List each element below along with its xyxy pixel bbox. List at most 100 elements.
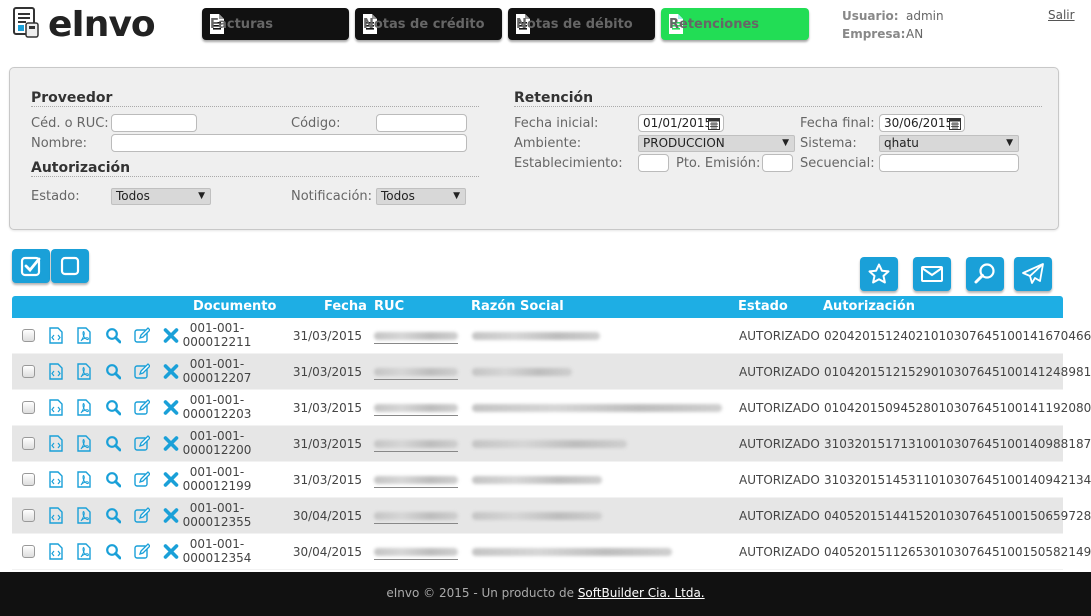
- xml-file-icon[interactable]: [48, 327, 64, 344]
- nav-retenciones-button[interactable]: Retenciones: [661, 8, 809, 40]
- calendar-icon[interactable]: [949, 117, 961, 130]
- delete-icon[interactable]: [163, 435, 179, 452]
- ruc-cell[interactable]: [374, 329, 458, 345]
- table-row[interactable]: 001-001- 000012199 31/03/2015 AUTORIZADO 310…: [12, 462, 1091, 498]
- row-checkbox[interactable]: [22, 329, 35, 342]
- view-search-icon[interactable]: [105, 399, 122, 416]
- delete-icon[interactable]: [163, 399, 179, 416]
- table-row[interactable]: 001-001- 000012200 31/03/2015 AUTORIZADO 310…: [12, 426, 1091, 462]
- pdf-file-icon[interactable]: [76, 363, 92, 380]
- pdf-file-icon[interactable]: [76, 543, 92, 560]
- table-row[interactable]: 001-001- 000012211 31/03/2015 AUTORIZADO 020…: [12, 318, 1091, 354]
- edit-icon[interactable]: [134, 507, 151, 524]
- edit-icon[interactable]: [134, 327, 151, 344]
- ruc-cell[interactable]: [374, 365, 458, 381]
- calendar-icon[interactable]: [708, 117, 720, 130]
- xml-file-icon[interactable]: [48, 471, 64, 488]
- estado-select[interactable]: Todos ▼: [111, 188, 211, 205]
- fecha-final-value: 30/06/2015: [884, 116, 954, 130]
- delete-icon[interactable]: [163, 507, 179, 524]
- edit-icon[interactable]: [134, 399, 151, 416]
- pdf-file-icon[interactable]: [76, 399, 92, 416]
- col-ruc[interactable]: RUC: [374, 299, 404, 314]
- delete-icon[interactable]: [163, 327, 179, 344]
- pdf-file-icon[interactable]: [76, 507, 92, 524]
- ruc-cell[interactable]: [374, 437, 458, 453]
- logout-link[interactable]: Salir: [1048, 8, 1075, 22]
- ambiente-select[interactable]: PRODUCCION ▼: [638, 135, 795, 152]
- table-row[interactable]: 001-001- 000012207 31/03/2015 AUTORIZADO 010…: [12, 354, 1091, 390]
- pdf-file-icon[interactable]: [76, 435, 92, 452]
- row-checkbox[interactable]: [22, 545, 35, 558]
- row-checkbox[interactable]: [22, 437, 35, 450]
- nav-notas-debito-button[interactable]: Notas de débito: [508, 8, 655, 40]
- view-search-icon[interactable]: [105, 507, 122, 524]
- delete-icon[interactable]: [163, 543, 179, 560]
- divider: [31, 176, 479, 177]
- nav-notas-credito-button[interactable]: Notas de crédito: [355, 8, 502, 40]
- ruc-cell[interactable]: [374, 473, 458, 489]
- row-checkbox[interactable]: [22, 365, 35, 378]
- email-button[interactable]: [913, 257, 951, 291]
- xml-file-icon[interactable]: [48, 507, 64, 524]
- table-header: Documento Fecha RUC Razón Social Estado …: [12, 296, 1063, 318]
- xml-file-icon[interactable]: [48, 399, 64, 416]
- footer-company-link[interactable]: SoftBuilder Cia. Ltda.: [578, 586, 705, 600]
- secuencial-input[interactable]: [879, 154, 1019, 172]
- select-all-button[interactable]: [12, 249, 50, 283]
- header: eInvo Facturas Notas de crédito Notas de…: [0, 0, 1091, 50]
- ruc-cell[interactable]: [374, 545, 458, 561]
- col-razon-social[interactable]: Razón Social: [471, 299, 564, 314]
- pto-emision-input[interactable]: [762, 154, 793, 172]
- edit-icon[interactable]: [134, 543, 151, 560]
- ruc-cell[interactable]: [374, 509, 458, 525]
- xml-file-icon[interactable]: [48, 435, 64, 452]
- notificacion-value: Todos: [381, 189, 415, 203]
- paper-plane-icon: [1022, 263, 1044, 284]
- app-logo[interactable]: eInvo: [12, 4, 156, 45]
- sistema-select[interactable]: qhatu ▼: [879, 135, 1019, 152]
- pdf-file-icon[interactable]: [76, 471, 92, 488]
- razon-social-cell: [472, 365, 572, 379]
- notificacion-select[interactable]: Todos ▼: [376, 188, 466, 205]
- view-search-icon[interactable]: [105, 471, 122, 488]
- table-row[interactable]: 001-001- 000012203 31/03/2015 AUTORIZADO 010…: [12, 390, 1091, 426]
- favorite-button[interactable]: [860, 257, 898, 291]
- view-search-icon[interactable]: [105, 543, 122, 560]
- row-checkbox[interactable]: [22, 509, 35, 522]
- col-documento[interactable]: Documento: [193, 299, 276, 314]
- nav-facturas-button[interactable]: Facturas: [202, 8, 349, 40]
- view-search-icon[interactable]: [105, 327, 122, 344]
- codigo-input[interactable]: [376, 114, 467, 132]
- documento-prefix: 001-001-: [189, 465, 245, 479]
- view-search-icon[interactable]: [105, 435, 122, 452]
- empresa-value: AN: [906, 27, 924, 41]
- col-autorizacion[interactable]: Autorización: [823, 299, 915, 314]
- establecimiento-input[interactable]: [638, 154, 669, 172]
- xml-file-icon[interactable]: [48, 543, 64, 560]
- table-row[interactable]: 001-001- 000012354 30/04/2015 AUTORIZADO 040…: [12, 534, 1091, 570]
- nombre-input[interactable]: [111, 134, 467, 152]
- row-checkbox[interactable]: [22, 401, 35, 414]
- row-checkbox[interactable]: [22, 473, 35, 486]
- edit-icon[interactable]: [134, 363, 151, 380]
- edit-icon[interactable]: [134, 471, 151, 488]
- pdf-file-icon[interactable]: [76, 327, 92, 344]
- ced-ruc-input[interactable]: [111, 114, 197, 132]
- fecha-cell: 31/03/2015: [292, 329, 362, 343]
- view-search-icon[interactable]: [105, 363, 122, 380]
- ruc-cell[interactable]: [374, 401, 458, 417]
- xml-file-icon[interactable]: [48, 363, 64, 380]
- delete-icon[interactable]: [163, 471, 179, 488]
- col-fecha[interactable]: Fecha: [324, 299, 367, 314]
- edit-icon[interactable]: [134, 435, 151, 452]
- select-none-button[interactable]: [51, 249, 89, 283]
- envelope-icon: [921, 266, 943, 282]
- delete-icon[interactable]: [163, 363, 179, 380]
- search-button[interactable]: [966, 257, 1004, 291]
- fecha-inicial-input[interactable]: 01/01/2015: [638, 114, 724, 132]
- fecha-final-input[interactable]: 30/06/2015: [879, 114, 965, 132]
- send-button[interactable]: [1014, 257, 1052, 291]
- table-row[interactable]: 001-001- 000012355 30/04/2015 AUTORIZADO 040…: [12, 498, 1091, 534]
- col-estado[interactable]: Estado: [738, 299, 788, 314]
